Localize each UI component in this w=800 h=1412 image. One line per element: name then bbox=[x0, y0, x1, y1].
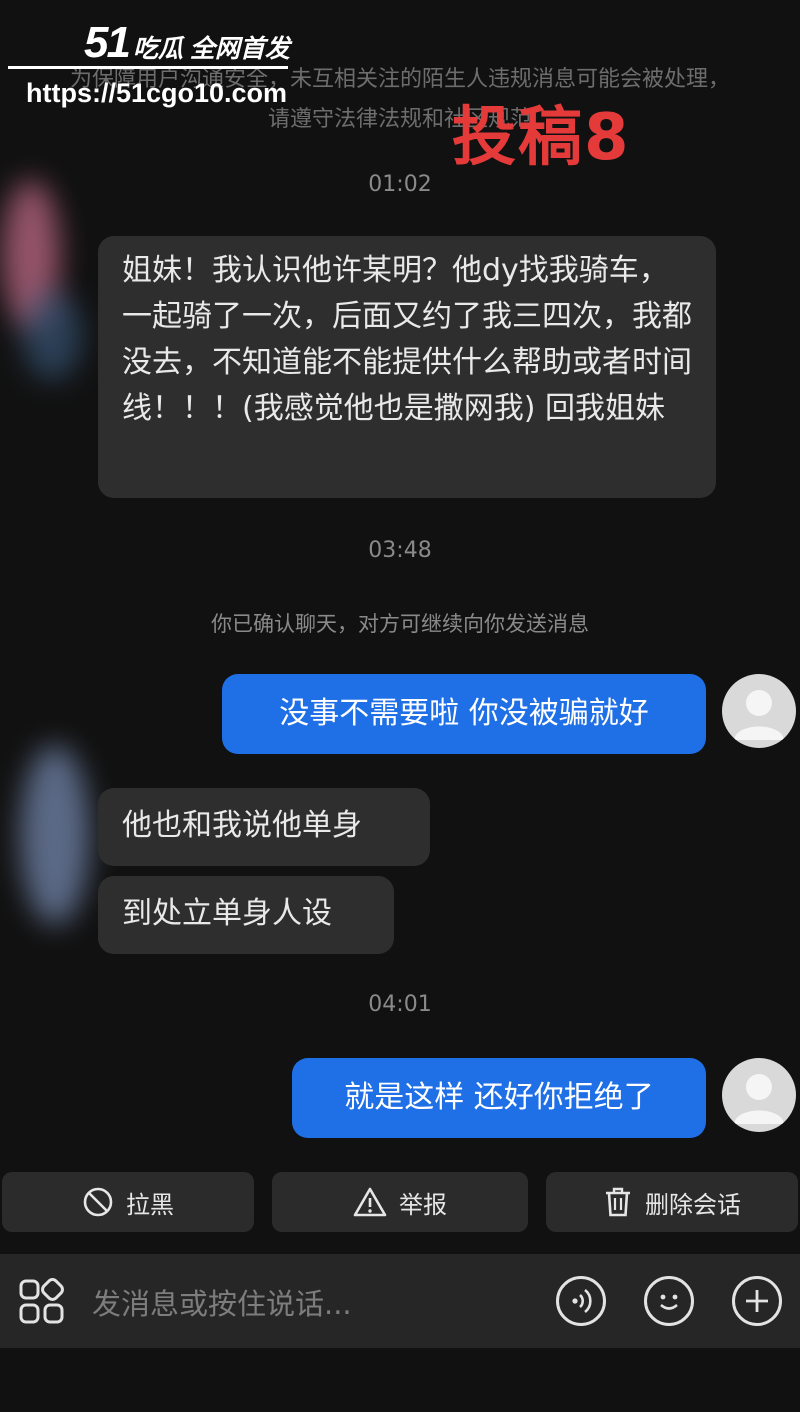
emoji-icon[interactable] bbox=[644, 1276, 694, 1326]
watermark-logo-number: 51 bbox=[84, 18, 131, 67]
watermark-submission-tag: 投稿8 bbox=[452, 101, 631, 175]
system-note: 你已确认聊天，对方可继续向你发送消息 bbox=[211, 612, 589, 636]
delete-label: 删除会话 bbox=[645, 1190, 741, 1219]
message-bubble-incoming: 到处立单身人设 bbox=[98, 876, 394, 954]
watermark-logo-text: 吃瓜 全网首发 bbox=[132, 35, 290, 63]
blurred-avatar bbox=[22, 290, 82, 380]
timestamp: 04:01 bbox=[368, 992, 432, 1017]
watermark-underline bbox=[8, 66, 288, 69]
blurred-avatar bbox=[20, 745, 90, 925]
avatar-icon[interactable] bbox=[722, 1058, 796, 1132]
report-label: 举报 bbox=[399, 1190, 447, 1219]
message-input[interactable]: 发消息或按住说话... bbox=[92, 1281, 352, 1323]
timestamp: 03:48 bbox=[368, 538, 432, 563]
block-button[interactable]: 拉黑 bbox=[2, 1172, 254, 1232]
message-bubble-outgoing: 没事不需要啦 你没被骗就好 bbox=[222, 674, 706, 754]
message-bubble-incoming: 姐妹！我认识他许某明？他dy找我骑车，一起骑了一次，后面又约了我三四次，我都没去… bbox=[98, 236, 716, 498]
warning-icon bbox=[353, 1186, 387, 1218]
delete-conversation-button[interactable]: 删除会话 bbox=[546, 1172, 798, 1232]
timestamp: 01:02 bbox=[368, 172, 432, 197]
avatar-icon[interactable] bbox=[722, 674, 796, 748]
plus-icon[interactable] bbox=[732, 1276, 782, 1326]
report-button[interactable]: 举报 bbox=[272, 1172, 528, 1232]
message-bubble-incoming: 他也和我说他单身 bbox=[98, 788, 430, 866]
voice-icon[interactable] bbox=[556, 1276, 606, 1326]
block-label: 拉黑 bbox=[126, 1190, 174, 1219]
trash-icon bbox=[603, 1186, 633, 1218]
message-bubble-outgoing: 就是这样 还好你拒绝了 bbox=[292, 1058, 706, 1138]
apps-grid-icon[interactable] bbox=[18, 1278, 66, 1330]
watermark-logo: 51 吃瓜 全网首发 bbox=[84, 18, 290, 68]
watermark-url: https://51cgo10.com bbox=[26, 78, 288, 108]
block-icon bbox=[82, 1186, 114, 1218]
